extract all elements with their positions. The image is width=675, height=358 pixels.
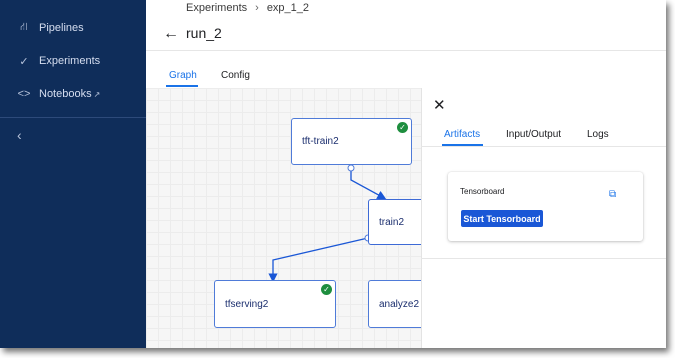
tensorboard-card: Tensorboard ⧉ Start Tensorboard xyxy=(448,172,643,241)
tab-graph[interactable]: Graph xyxy=(169,70,197,81)
panel-divider xyxy=(421,258,666,259)
breadcrumb-experiment[interactable]: exp_1_2 xyxy=(267,2,309,14)
breadcrumb-separator: › xyxy=(255,2,259,14)
sidebar-item-label: Notebooks xyxy=(39,88,92,100)
start-tensorboard-button[interactable]: Start Tensorboard xyxy=(461,210,543,227)
breadcrumb: Experiments › exp_1_2 xyxy=(186,2,309,14)
sidebar-item-label: Pipelines xyxy=(39,22,84,34)
external-link-icon: ↗ xyxy=(93,89,101,99)
sidebar-item-notebooks[interactable]: <> Notebooks ↗ xyxy=(0,81,146,107)
tab-logs[interactable]: Logs xyxy=(587,129,609,140)
node-label: analyze2 xyxy=(379,298,420,310)
success-check-icon: ✓ xyxy=(397,122,408,133)
tab-artifacts[interactable]: Artifacts xyxy=(444,129,480,140)
node-label: train2 xyxy=(379,216,405,228)
success-check-icon: ✓ xyxy=(321,284,332,295)
breadcrumb-experiments[interactable]: Experiments xyxy=(186,2,247,14)
back-arrow-icon[interactable]: ← xyxy=(163,25,179,43)
node-label: tft-train2 xyxy=(302,136,339,147)
pipelines-icon: ⛙ xyxy=(20,21,28,33)
sidebar-item-experiments[interactable]: ✓ Experiments xyxy=(0,48,146,74)
sidebar-item-label: Experiments xyxy=(39,55,101,67)
active-tab-indicator xyxy=(166,85,198,87)
chevron-left-icon[interactable]: ‹ xyxy=(17,127,22,143)
tab-config[interactable]: Config xyxy=(221,70,250,81)
experiments-icon: ✓ xyxy=(19,55,29,68)
graph-node-tft-train2[interactable]: tft-train2 ✓ xyxy=(291,118,412,165)
app-window: ⛙ Pipelines ✓ Experiments <> Notebooks ↗… xyxy=(0,0,666,348)
graph-node-tfserving2[interactable]: tfserving2 ✓ xyxy=(214,280,336,328)
tab-input-output[interactable]: Input/Output xyxy=(506,129,561,140)
sidebar: ⛙ Pipelines ✓ Experiments <> Notebooks ↗… xyxy=(0,0,146,348)
panel-tabs-divider xyxy=(421,146,666,147)
node-label: tfserving2 xyxy=(225,298,269,310)
card-title: Tensorboard xyxy=(460,187,505,196)
page-title: run_2 xyxy=(186,25,222,41)
open-in-new-icon[interactable]: ⧉ xyxy=(609,189,616,200)
graph-node-train2[interactable]: train2 xyxy=(368,199,428,245)
close-icon[interactable]: ✕ xyxy=(433,96,446,114)
sidebar-divider xyxy=(0,117,146,118)
header-divider xyxy=(146,50,666,51)
graph-node-analyze2[interactable]: analyze2 xyxy=(368,280,428,328)
sidebar-item-pipelines[interactable]: ⛙ Pipelines xyxy=(0,15,146,41)
notebooks-icon: <> xyxy=(17,88,31,100)
